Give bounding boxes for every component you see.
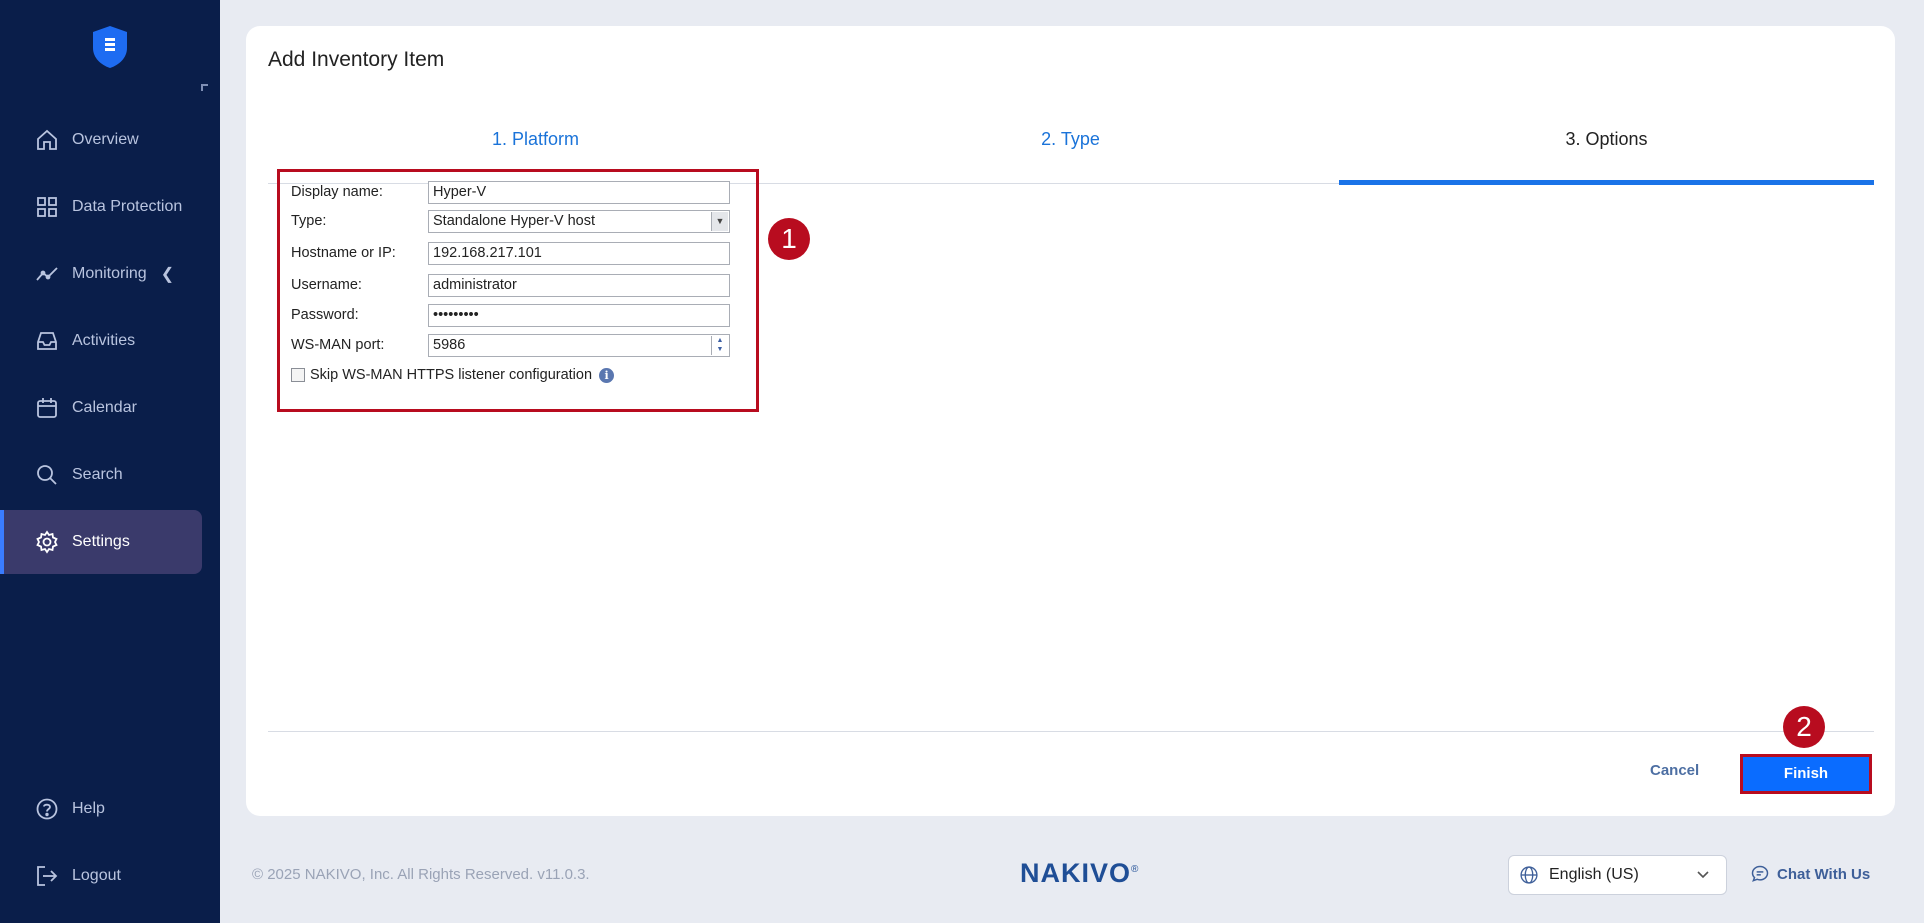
sidebar: Overview Data Protection Monitoring ❮ Ac… <box>0 0 220 923</box>
sidebar-item-logout[interactable]: Logout <box>4 844 202 908</box>
sidebar-item-label: Search <box>72 466 123 483</box>
help-icon <box>34 796 60 822</box>
stepper-down-icon[interactable]: ▼ <box>712 345 728 354</box>
chat-label: Chat With Us <box>1777 865 1871 883</box>
sidebar-item-label: Overview <box>72 131 139 148</box>
registered-mark: ® <box>1131 864 1140 875</box>
tab-type[interactable]: 2. Type <box>803 112 1338 184</box>
annotation-badge-2: 2 <box>1783 706 1825 748</box>
sidebar-item-label: Data Protection <box>72 198 183 215</box>
skip-wsman-label[interactable]: Skip WS-MAN HTTPS listener configuration <box>310 367 592 383</box>
username-label: Username: <box>291 277 362 293</box>
type-row: Type: Standalone Hyper-V host ▼ <box>291 208 730 234</box>
finish-button[interactable]: Finish <box>1740 754 1872 794</box>
home-icon <box>34 127 60 153</box>
chevron-down-icon <box>1696 868 1710 887</box>
hostname-row: Hostname or IP: 192.168.217.101 <box>291 240 730 266</box>
wsman-port-row: WS-MAN port: 5986 ▲ ▼ <box>291 332 730 358</box>
page-title: Add Inventory Item <box>268 48 445 71</box>
chevron-left-icon: ❮ <box>160 266 175 283</box>
cancel-button[interactable]: Cancel <box>1650 762 1699 779</box>
type-select[interactable]: Standalone Hyper-V host ▼ <box>428 209 730 233</box>
language-value: English (US) <box>1549 866 1639 883</box>
options-form: Display name: Hyper-V Type: Standalone H… <box>277 169 759 412</box>
display-name-input[interactable]: Hyper-V <box>428 180 730 204</box>
wsman-port-input[interactable]: 5986 ▲ ▼ <box>428 333 730 357</box>
globe-icon <box>1519 865 1539 885</box>
sidebar-item-search[interactable]: Search <box>4 443 202 507</box>
inbox-icon <box>34 328 60 354</box>
wsman-port-value: 5986 <box>433 337 466 353</box>
sidebar-item-overview[interactable]: Overview <box>4 108 202 172</box>
skip-wsman-checkbox[interactable] <box>291 368 305 382</box>
sidebar-item-calendar[interactable]: Calendar <box>4 376 202 440</box>
display-name-label: Display name: <box>291 184 383 200</box>
type-select-value: Standalone Hyper-V host <box>433 213 596 229</box>
info-icon[interactable]: i <box>599 367 615 383</box>
calendar-icon <box>34 395 60 421</box>
wizard-card: Add Inventory Item 1. Platform 2. Type 3… <box>246 26 1895 816</box>
username-row: Username: administrator <box>291 272 730 298</box>
nakivo-logo: NAKIVO® <box>1020 858 1139 889</box>
chat-with-us-link[interactable]: Chat With Us <box>1750 864 1870 884</box>
chart-line-icon <box>34 261 60 287</box>
chevron-down-icon[interactable]: ▼ <box>711 211 728 231</box>
wsman-port-label: WS-MAN port: <box>291 337 385 353</box>
nakivo-shield-logo[interactable] <box>90 24 130 70</box>
gear-icon <box>34 529 60 555</box>
password-input[interactable]: ••••••••• <box>428 303 730 327</box>
sidebar-collapse-toggle[interactable] <box>201 84 208 91</box>
annotation-badge-1: 1 <box>768 218 810 260</box>
footer-divider <box>268 731 1874 732</box>
sidebar-item-data-protection[interactable]: Data Protection <box>4 175 202 239</box>
sidebar-item-label: Activities <box>72 332 136 349</box>
password-label: Password: <box>291 307 359 323</box>
sidebar-item-label: Logout <box>72 867 121 884</box>
brand-name: NAKIVO <box>1020 858 1132 888</box>
sidebar-item-label: Calendar <box>72 399 137 416</box>
chat-bubble-icon <box>1750 864 1770 884</box>
skip-wsman-row: Skip WS-MAN HTTPS listener configuration… <box>291 362 615 388</box>
hostname-label: Hostname or IP: <box>291 245 396 261</box>
username-input[interactable]: administrator <box>428 273 730 297</box>
sidebar-item-activities[interactable]: Activities <box>4 309 202 373</box>
display-name-row: Display name: Hyper-V <box>291 179 730 205</box>
port-stepper[interactable]: ▲ ▼ <box>711 335 728 355</box>
language-select[interactable]: English (US) <box>1508 855 1727 895</box>
logout-icon <box>34 863 60 889</box>
type-label: Type: <box>291 213 327 229</box>
sidebar-item-monitoring[interactable]: Monitoring ❮ <box>4 242 202 306</box>
sidebar-item-label: Settings <box>72 533 130 550</box>
hostname-input[interactable]: 192.168.217.101 <box>428 241 730 265</box>
sidebar-item-help[interactable]: Help <box>4 777 202 841</box>
stepper-up-icon[interactable]: ▲ <box>712 336 728 345</box>
copyright-text: © 2025 NAKIVO, Inc. All Rights Reserved.… <box>252 866 590 883</box>
sidebar-item-label: Help <box>72 800 105 817</box>
password-row: Password: ••••••••• <box>291 302 730 328</box>
tab-options[interactable]: 3. Options <box>1339 112 1874 185</box>
grid-icon <box>34 194 60 220</box>
sidebar-item-label: Monitoring <box>72 265 147 282</box>
search-icon <box>34 462 60 488</box>
sidebar-item-settings[interactable]: Settings <box>0 510 202 574</box>
